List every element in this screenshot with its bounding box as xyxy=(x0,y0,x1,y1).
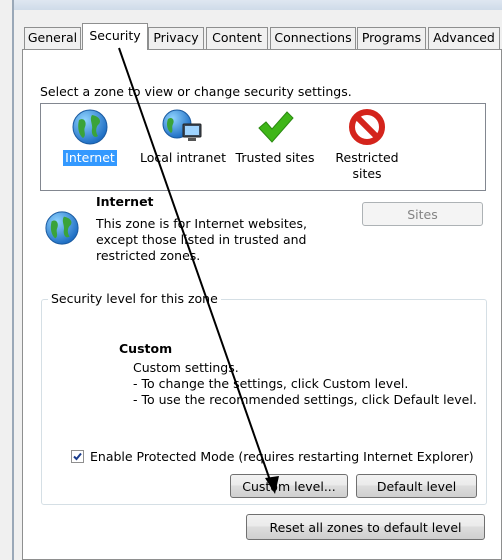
zone-local-intranet[interactable]: Local intranet xyxy=(137,108,229,166)
zone-restricted-sites-label: Restricted sites xyxy=(335,150,399,181)
custom-level-button[interactable]: Custom level... xyxy=(230,474,348,498)
zone-local-intranet-label: Local intranet xyxy=(140,150,226,165)
security-level-title: Custom xyxy=(119,341,173,356)
zone-trusted-sites[interactable]: Trusted sites xyxy=(232,108,318,166)
security-level-line1: Custom settings. xyxy=(133,360,239,375)
protected-mode-checkbox[interactable] xyxy=(71,450,84,463)
default-level-button[interactable]: Default level xyxy=(356,474,477,498)
internet-zone-globe-icon xyxy=(45,211,79,245)
security-level-group-label: Security level for this zone xyxy=(48,291,221,306)
checkmark-icon xyxy=(258,111,294,143)
restricted-icon xyxy=(349,109,385,145)
zone-trusted-sites-label: Trusted sites xyxy=(235,150,315,165)
zone-prompt: Select a zone to view or change security… xyxy=(40,84,352,99)
internet-options-dialog: General Security Privacy Content Connect… xyxy=(0,0,502,560)
zone-internet[interactable]: Internet xyxy=(58,108,122,166)
zone-restricted-sites[interactable]: Restricted sites xyxy=(330,108,404,182)
zone-info-line2: except those listed in trusted and xyxy=(96,232,307,247)
security-content: Select a zone to view or change security… xyxy=(0,0,502,560)
security-level-line3: - To use the recommended settings, click… xyxy=(133,392,477,407)
checkbox-check-icon xyxy=(73,452,82,461)
protected-mode-label[interactable]: Enable Protected Mode (requires restarti… xyxy=(90,449,474,464)
intranet-globe-icon xyxy=(162,109,202,141)
zone-info-line1: This zone is for Internet websites, xyxy=(96,216,307,231)
zone-info-title: Internet xyxy=(96,194,154,209)
zone-info-line3: restricted zones. xyxy=(96,248,201,263)
zone-internet-label: Internet xyxy=(63,150,117,166)
sites-button[interactable]: Sites xyxy=(362,202,483,226)
security-level-line2: - To change the settings, click Custom l… xyxy=(133,376,409,391)
reset-all-zones-button[interactable]: Reset all zones to default level xyxy=(246,514,485,540)
globe-icon xyxy=(72,109,108,145)
